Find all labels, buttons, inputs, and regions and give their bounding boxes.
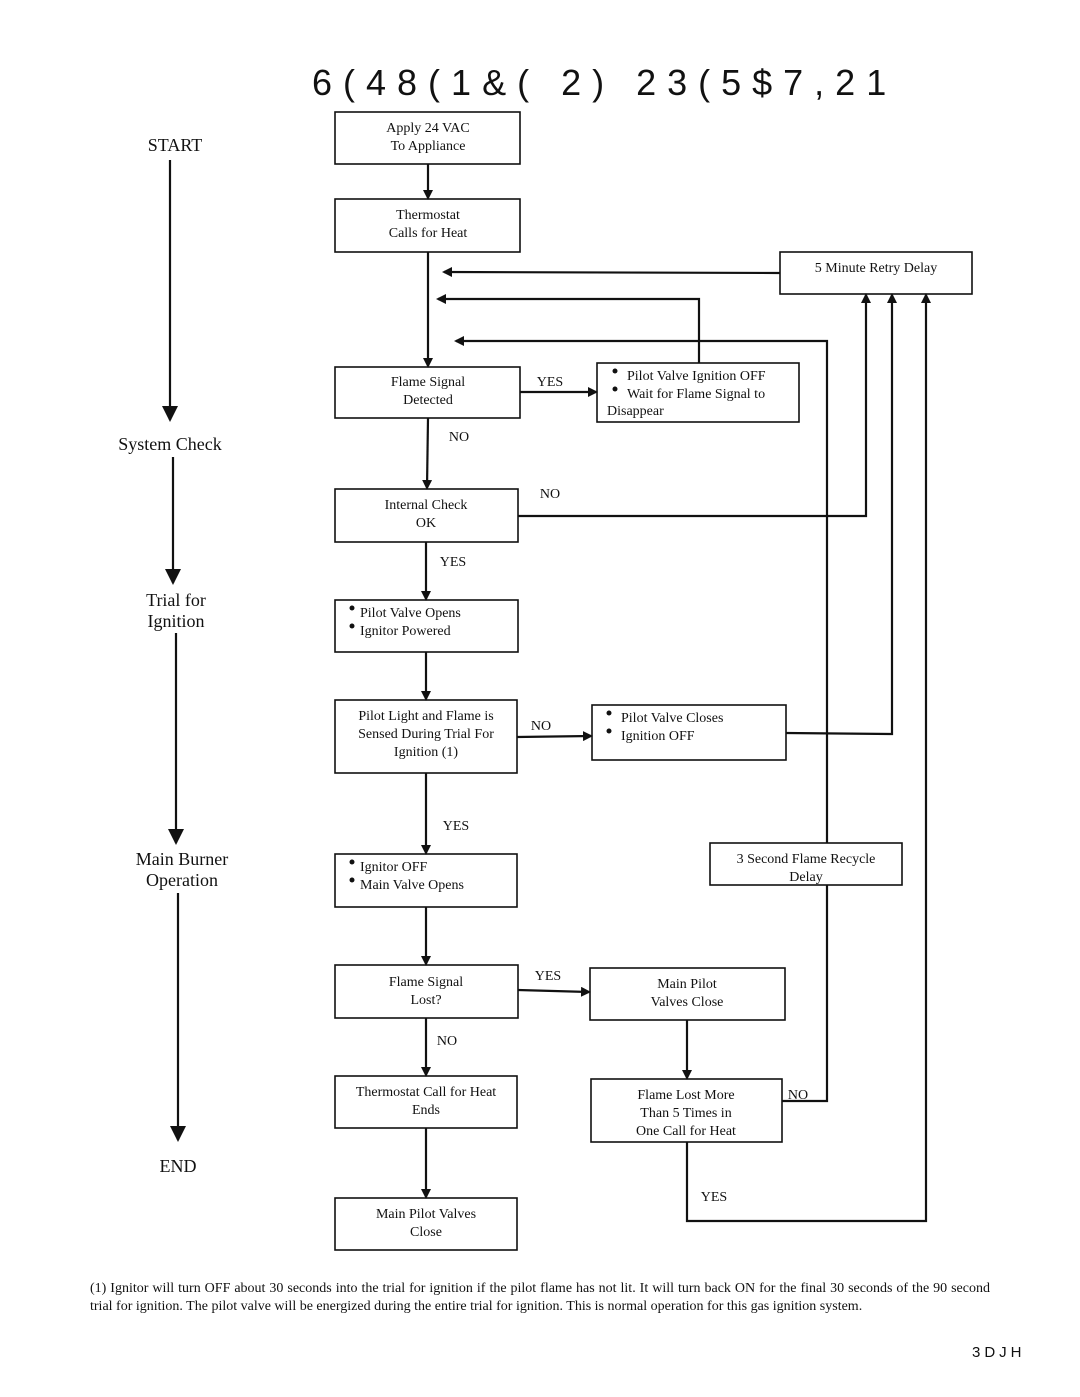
svg-text:Ignition (1): Ignition (1): [394, 745, 458, 760]
svg-text:Flame Signal: Flame Signal: [389, 975, 463, 990]
stage-end: END: [160, 1156, 197, 1176]
box-recycle-delay: 3 Second Flame Recycle Delay: [709, 842, 903, 886]
label-no: NO: [449, 430, 469, 445]
stage-start: START: [148, 135, 202, 155]
box-retry-delay: 5 Minute Retry Delay: [779, 251, 973, 295]
box-apply: Apply 24 VAC To Appliance: [334, 111, 521, 165]
label-no: NO: [540, 487, 560, 502]
svg-text:Calls for Heat: Calls for Heat: [389, 226, 468, 241]
box-internal-check: Internal Check OK: [334, 488, 519, 543]
svg-text:Flame Signal: Flame Signal: [391, 375, 465, 390]
stage-trial-2: Ignition: [148, 611, 205, 631]
box-pilot-ignition-off: Pilot Valve Ignition OFF Wait for Flame S…: [596, 362, 800, 423]
label-yes: YES: [443, 819, 469, 834]
svg-text:Pilot Valve Closes: Pilot Valve Closes: [621, 711, 723, 726]
svg-text:Than 5 Times in: Than 5 Times in: [640, 1106, 731, 1121]
box-main-pilot-close: Main Pilot Valves Close: [589, 967, 786, 1021]
svg-text:Pilot Valve Opens: Pilot Valve Opens: [360, 606, 461, 621]
svg-text:Lost?: Lost?: [410, 993, 441, 1008]
svg-text:Thermostat: Thermostat: [396, 208, 460, 223]
svg-text:Apply 24 VAC: Apply 24 VAC: [386, 121, 470, 136]
box-main-pilot-close-end: Main Pilot Valves Close: [334, 1197, 518, 1251]
svg-text:OK: OK: [416, 516, 436, 531]
svg-text:Internal Check: Internal Check: [385, 498, 468, 513]
stage-system-check: System Check: [118, 434, 222, 454]
svg-text:Ignitor OFF: Ignitor OFF: [360, 860, 428, 875]
svg-text:Wait for Flame Signal to: Wait for Flame Signal to: [627, 387, 765, 402]
svg-text:Sensed During Trial For: Sensed During Trial For: [358, 727, 494, 742]
label-no: NO: [437, 1034, 457, 1049]
label-yes: YES: [701, 1190, 727, 1205]
svg-text:Pilot Light and Flame is: Pilot Light and Flame is: [358, 709, 493, 724]
svg-text:Flame Lost More: Flame Lost More: [637, 1088, 734, 1103]
footnote: (1) Ignitor will turn OFF about 30 secon…: [90, 1281, 990, 1314]
svg-text:Main Pilot: Main Pilot: [657, 977, 717, 992]
box-flame-detected: Flame Signal Detected: [334, 366, 521, 419]
svg-text:Main Valve Opens: Main Valve Opens: [360, 878, 464, 893]
box-thermostat-ends: Thermostat Call for Heat Ends: [334, 1075, 518, 1129]
box-flame-lost-more: Flame Lost More Than 5 Times in One Call f…: [590, 1078, 783, 1143]
box-pilot-closes: Pilot Valve Closes Ignition OFF: [591, 704, 787, 761]
box-pilot-opens: Pilot Valve Opens Ignitor Powered: [334, 599, 519, 653]
connectors: [421, 164, 931, 1223]
label-no: NO: [531, 719, 551, 734]
svg-text:Main Pilot Valves: Main Pilot Valves: [376, 1207, 476, 1222]
svg-text:Ends: Ends: [412, 1103, 440, 1118]
svg-text:Disappear: Disappear: [607, 404, 664, 419]
svg-text:To Appliance: To Appliance: [391, 139, 466, 154]
stage-main-1: Main Burner: [136, 849, 228, 869]
svg-text:Ignitor Powered: Ignitor Powered: [360, 624, 451, 639]
label-yes: YES: [537, 375, 563, 390]
flowchart: START System Check Trial for Ignition Ma…: [118, 111, 973, 1251]
svg-text:3 Second Flame Recycle: 3 Second Flame Recycle: [737, 852, 876, 867]
svg-text:Pilot Valve Ignition OFF: Pilot Valve Ignition OFF: [627, 369, 766, 384]
flowchart-page: 6(48(1&( 2) 23(5$7,21 START System Check…: [0, 0, 1080, 1397]
svg-text:Ignition OFF: Ignition OFF: [621, 729, 695, 744]
label-no: NO: [788, 1088, 808, 1103]
box-flame-lost: Flame Signal Lost?: [334, 964, 519, 1019]
svg-text:5 Minute Retry Delay: 5 Minute Retry Delay: [815, 261, 937, 276]
stage-main-2: Operation: [146, 870, 218, 890]
stage-trial-1: Trial for: [146, 590, 206, 610]
label-yes: YES: [440, 555, 466, 570]
box-pilot-light-sensed: Pilot Light and Flame is Sensed During Tr…: [334, 699, 518, 774]
svg-text:One Call for Heat: One Call for Heat: [636, 1124, 736, 1139]
svg-text:Close: Close: [410, 1225, 442, 1240]
box-ignitor-off: Ignitor OFF Main Valve Opens: [334, 853, 518, 908]
label-yes: YES: [535, 969, 561, 984]
svg-text:Delay: Delay: [789, 870, 822, 885]
svg-text:Valves Close: Valves Close: [651, 995, 724, 1010]
box-thermostat: Thermostat Calls for Heat: [334, 198, 521, 253]
page-label: 3DJH: [972, 1344, 1026, 1361]
svg-text:Detected: Detected: [403, 393, 453, 408]
svg-text:Thermostat Call for Heat: Thermostat Call for Heat: [356, 1085, 496, 1100]
